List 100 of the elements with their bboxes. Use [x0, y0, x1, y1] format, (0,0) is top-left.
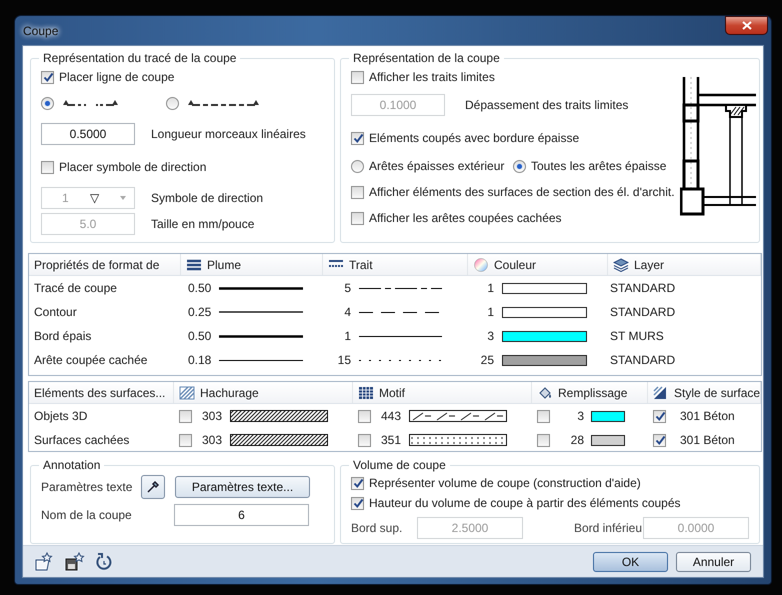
- radio-label: Toutes les arêtes épaisse: [531, 159, 666, 173]
- group-title: Représentation du tracé de la coupe: [42, 51, 238, 65]
- line-value: 4: [343, 305, 351, 319]
- checkbox[interactable]: [351, 186, 364, 198]
- table-cell-text: Bord épais: [33, 329, 92, 343]
- column-header: Remplissage: [558, 386, 628, 400]
- checkbox[interactable]: [179, 410, 192, 422]
- eyedropper-button[interactable]: [141, 475, 165, 499]
- color-wheel-icon: [473, 258, 489, 272]
- pen-value: 0.18: [188, 353, 212, 367]
- color-index: 1: [486, 281, 494, 295]
- field-label: Bord sup.: [351, 521, 404, 535]
- hatch-icon: [179, 386, 195, 400]
- table-cell-text: ST MURS: [609, 329, 665, 343]
- pen-value: 0.50: [188, 281, 212, 295]
- pen-value: 0.25: [188, 305, 212, 319]
- color-index: 3: [486, 329, 494, 343]
- checkbox[interactable]: [537, 434, 550, 446]
- column-header: Eléments des surfaces...: [34, 386, 166, 400]
- text-settings-button[interactable]: Paramètres texte...: [175, 476, 310, 498]
- checkbox[interactable]: [351, 476, 364, 490]
- checkbox[interactable]: [351, 70, 364, 84]
- column-header: Trait: [349, 258, 373, 272]
- ok-button[interactable]: OK: [593, 552, 668, 572]
- checkbox[interactable]: [653, 410, 666, 422]
- field-label: Bord inférieu: [574, 521, 642, 535]
- input-field[interactable]: 0.5000: [41, 123, 135, 145]
- window-title: Coupe: [23, 24, 58, 38]
- checkbox-label: Hauteur du volume de coupe à partir des éléments coupés: [369, 496, 681, 510]
- checkbox[interactable]: [358, 410, 371, 422]
- checkbox[interactable]: [351, 212, 364, 224]
- field-label: Symbole de direction: [151, 191, 264, 205]
- line-value: 15: [336, 353, 351, 367]
- line-value: 5: [343, 281, 351, 295]
- reset-icon[interactable]: [95, 552, 113, 572]
- table-cell-text: Objets 3D: [33, 409, 88, 423]
- radio-button[interactable]: [351, 160, 364, 172]
- field-label: Taille en mm/pouce: [151, 216, 254, 230]
- paint-bucket-icon: [537, 386, 553, 400]
- line-value: 1: [343, 329, 351, 343]
- motif-number: 443: [381, 409, 402, 423]
- fill-number: 28: [570, 433, 584, 447]
- close-icon: [742, 21, 752, 30]
- grid-icon: [358, 386, 374, 400]
- radio-button[interactable]: [166, 96, 179, 110]
- table-cell: 301 Béton: [680, 409, 735, 423]
- input-field[interactable]: 6: [174, 504, 309, 526]
- group-title: Volume de coupe: [352, 458, 447, 472]
- cancel-button[interactable]: Annuler: [676, 552, 751, 572]
- eyedropper-icon: [146, 480, 160, 494]
- close-button[interactable]: [725, 16, 768, 35]
- color-index: 25: [480, 353, 494, 367]
- radio-button[interactable]: [41, 96, 54, 110]
- checkbox-label: Afficher éléments des surfaces de section des él. d'archit.: [369, 185, 675, 199]
- hatch-number: 303: [202, 433, 224, 447]
- motif-number: 351: [381, 433, 402, 447]
- checkbox-label: Placer symbole de direction: [59, 160, 206, 174]
- field-label: Dépassement des traits limites: [465, 98, 628, 112]
- column-header: Motif: [379, 386, 406, 400]
- column-header: Plume: [207, 258, 242, 272]
- table-cell-text: Arête coupée cachée: [33, 353, 148, 367]
- checkbox-label: Eléments coupés avec bordure épaisse: [369, 131, 580, 145]
- column-header: Propriétés de format de: [34, 258, 160, 272]
- pen-icon: [186, 258, 202, 272]
- pen-value: 0.50: [188, 329, 212, 343]
- layers-icon: [613, 258, 629, 272]
- checkbox[interactable]: [653, 434, 666, 446]
- column-header: Hachurage: [200, 386, 259, 400]
- table-cell-text: STANDARD: [609, 281, 676, 295]
- folder-star-icon[interactable]: [35, 552, 55, 572]
- checkbox-label: Placer ligne de coupe: [59, 70, 174, 84]
- checkbox[interactable]: [351, 496, 364, 510]
- table-cell: 301 Béton: [680, 433, 735, 447]
- fill-number: 3: [576, 409, 584, 423]
- checkbox[interactable]: [351, 132, 364, 144]
- table-cell-text: STANDARD: [609, 353, 676, 367]
- hatch-number: 303: [202, 409, 224, 423]
- field-label: Longueur morceaux linéaires: [151, 127, 306, 141]
- column-header: Layer: [634, 258, 664, 272]
- table-cell-text: Tracé de coupe: [33, 281, 118, 295]
- field-label: Paramètres texte: [41, 480, 134, 494]
- checkbox[interactable]: [358, 434, 371, 446]
- radio-button[interactable]: [513, 160, 526, 172]
- caret-icon: [118, 195, 128, 201]
- field-label: Nom de la coupe: [41, 508, 133, 522]
- surface-style-icon: [653, 386, 669, 400]
- radio-label: Arêtes épaisses extérieur: [369, 159, 504, 173]
- checkbox-label: Afficher les arêtes coupées cachées: [369, 211, 562, 225]
- checkbox-label: Représenter volume de coupe (construction d'aide): [369, 476, 641, 490]
- checkbox[interactable]: [41, 70, 54, 84]
- group-title: Annotation: [42, 458, 102, 472]
- table-cell-text: Contour: [33, 305, 78, 319]
- save-star-icon[interactable]: [65, 552, 85, 572]
- checkbox[interactable]: [179, 434, 192, 446]
- group-title: Représentation de la coupe: [352, 51, 501, 65]
- column-header: Style de surface: [674, 386, 760, 400]
- checkbox[interactable]: [41, 160, 54, 174]
- checkbox-label: Afficher les traits limites: [369, 70, 495, 84]
- checkbox[interactable]: [537, 410, 550, 422]
- table-cell-text: Surfaces cachées: [33, 433, 130, 447]
